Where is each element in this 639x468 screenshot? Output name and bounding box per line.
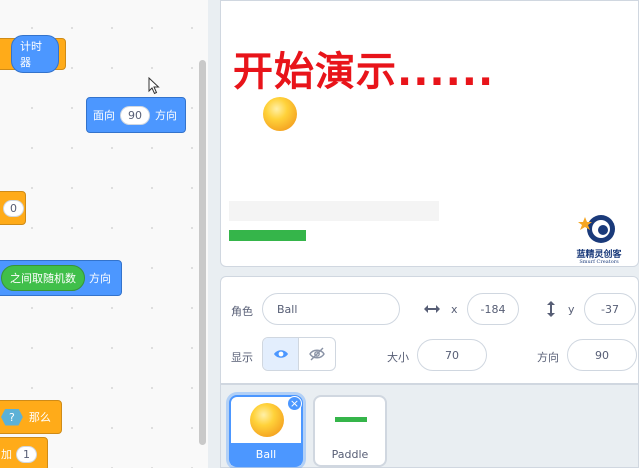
point-direction-prefix: 面向 <box>93 109 115 122</box>
mouse-cursor-icon <box>148 77 160 95</box>
zero-input-block[interactable]: 0 <box>0 191 26 225</box>
direction-input-field[interactable]: 90 <box>567 339 637 371</box>
code-scrollbar[interactable] <box>199 60 206 445</box>
show-button[interactable] <box>263 338 299 370</box>
random-direction-block[interactable]: 之间取随机数 方向 <box>0 260 122 296</box>
add-value-input[interactable]: 1 <box>16 445 37 463</box>
code-area[interactable]: 计时器 面向 90 方向 0 之间取随机数 方向 ? 那么 加 1 <box>0 0 208 468</box>
sprite-name-ball: Ball <box>231 443 301 465</box>
size-label: 大小 <box>387 351 409 364</box>
sprite-list: × Ball Paddle <box>220 384 639 468</box>
sprite-label: 角色 <box>231 305 253 318</box>
eye-slash-icon <box>309 347 325 361</box>
y-arrow-icon <box>547 301 555 317</box>
sprite-card-paddle[interactable]: Paddle <box>313 395 387 467</box>
smurf-creators-logo: 蓝精灵创客 Smurf Creators <box>569 209 629 265</box>
timer-block[interactable]: 计时器 <box>0 35 66 73</box>
stage[interactable]: 开始演示...... 蓝精灵创客 Smurf Creators <box>220 0 639 267</box>
paddle-sprite[interactable] <box>229 230 306 241</box>
visibility-toggle <box>262 337 336 371</box>
smurf-logo-icon <box>578 215 615 243</box>
x-label: x <box>451 303 458 316</box>
if-then-block[interactable]: ? 那么 <box>0 400 62 434</box>
point-in-direction-block[interactable]: 面向 90 方向 <box>86 97 186 133</box>
timer-reporter[interactable]: 计时器 <box>11 35 59 73</box>
stage-strip <box>229 201 439 221</box>
direction-label: 方向 <box>537 351 559 364</box>
ball-thumbnail <box>250 403 284 437</box>
sprite-name-field[interactable]: Ball <box>262 293 400 325</box>
point-direction-suffix: 方向 <box>155 109 177 122</box>
zero-input[interactable]: 0 <box>3 199 24 217</box>
eye-icon <box>273 350 288 358</box>
random-reporter[interactable]: 之间取随机数 <box>1 265 85 291</box>
size-input[interactable]: 70 <box>417 339 487 371</box>
if-then-label: 那么 <box>28 411 51 424</box>
show-label: 显示 <box>231 351 253 364</box>
change-by-block[interactable]: 加 1 <box>0 437 48 468</box>
panel-divider <box>208 0 220 468</box>
stage-overlay-text: 开始演示...... <box>233 49 495 95</box>
y-label: y <box>568 303 575 316</box>
direction-input[interactable]: 90 <box>120 105 150 125</box>
y-input[interactable]: -37 <box>584 293 636 325</box>
condition-slot[interactable]: ? <box>1 408 23 426</box>
sprite-name-paddle: Paddle <box>331 447 369 461</box>
hide-button[interactable] <box>299 338 335 370</box>
ball-sprite[interactable] <box>263 97 297 131</box>
sprite-card-ball[interactable]: × Ball <box>229 395 303 467</box>
add-label: 加 <box>1 448 12 461</box>
delete-sprite-icon[interactable]: × <box>287 396 302 411</box>
x-arrow-icon <box>424 305 440 313</box>
logo-subtext: Smurf Creators <box>579 259 619 265</box>
direction-suffix: 方向 <box>89 272 111 285</box>
paddle-thumbnail <box>335 417 367 422</box>
sprite-info-panel: 角色 Ball x -184 y -37 显示 大小 70 方向 90 <box>220 276 639 384</box>
x-input[interactable]: -184 <box>467 293 519 325</box>
